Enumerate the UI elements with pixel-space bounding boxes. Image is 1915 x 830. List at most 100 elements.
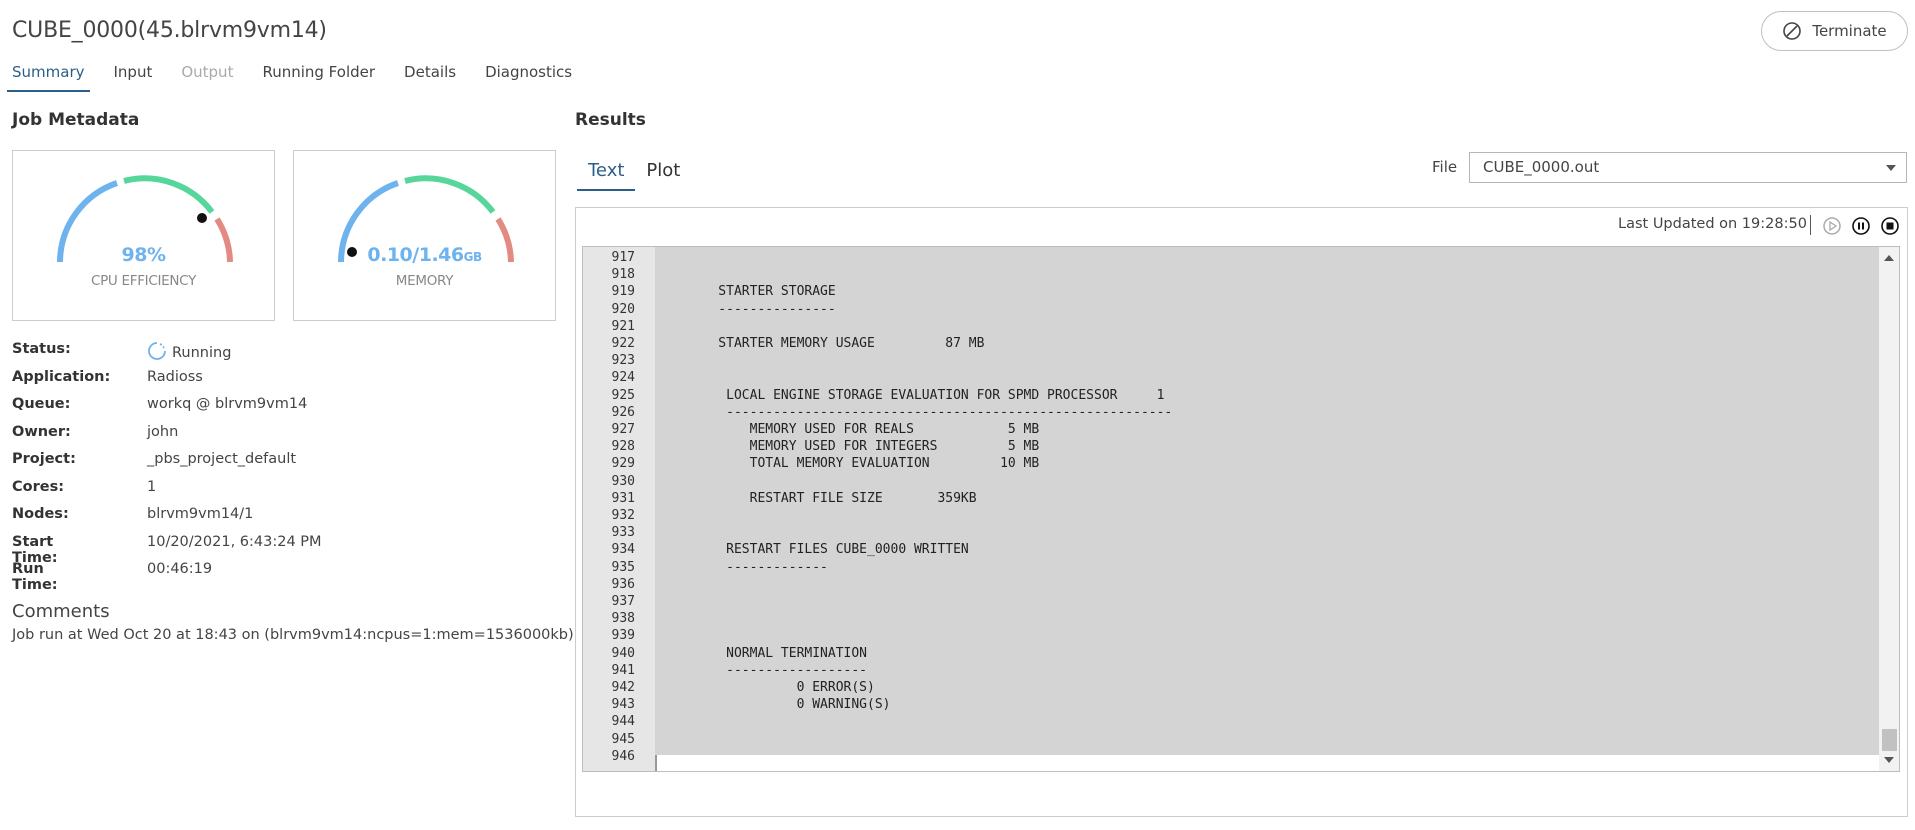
line-number: 924 — [611, 370, 635, 386]
code-line: 922 STARTER MEMORY USAGE 87 MB — [583, 335, 1879, 353]
line-number: 926 — [611, 404, 635, 420]
line-text: 0 WARNING(S) — [687, 697, 891, 713]
line-text: STARTER MEMORY USAGE 87 MB — [687, 336, 985, 351]
line-number: 917 — [611, 250, 635, 265]
status-value: Running — [172, 345, 232, 361]
scroll-up-icon[interactable] — [1884, 255, 1894, 261]
job-title: CUBE_0000(45.blrvm9vm14) — [12, 18, 327, 43]
code-line: 930 — [583, 473, 1879, 491]
scrollbar[interactable] — [1879, 247, 1899, 771]
meta-value: workq @ blrvm9vm14 — [147, 396, 308, 412]
memory-total: 1.46 — [418, 244, 464, 266]
meta-key: Owner: — [12, 423, 71, 440]
meta-key: Cores: — [12, 478, 65, 495]
terminate-button[interactable]: Terminate — [1761, 11, 1908, 51]
tab-input[interactable]: Input — [114, 58, 153, 92]
line-number: 941 — [611, 662, 635, 678]
subtab-plot[interactable]: Plot — [635, 158, 691, 191]
line-number: 938 — [611, 611, 635, 627]
line-number: 944 — [611, 714, 635, 730]
line-text: RESTART FILE SIZE 359KB — [687, 490, 977, 506]
meta-value: Running — [147, 341, 231, 361]
meta-key: Nodes: — [12, 506, 69, 522]
code-line: 921 — [583, 318, 1879, 336]
results-title: Results — [575, 110, 646, 130]
line-number: 920 — [611, 301, 635, 317]
tab-summary[interactable]: Summary — [7, 58, 90, 92]
meta-value: Radioss — [147, 368, 203, 385]
tab-output: Output — [181, 63, 234, 81]
subtab-text[interactable]: Text — [577, 158, 636, 191]
scrollbar-thumb[interactable] — [1882, 729, 1897, 751]
meta-key: Run Time: — [12, 561, 58, 593]
code-line: 920 --------------- — [583, 301, 1879, 319]
job-metadata-title: Job Metadata — [12, 110, 140, 130]
tab-running-folder[interactable]: Running Folder — [262, 58, 375, 92]
line-number: 932 — [611, 508, 635, 523]
divider — [1810, 215, 1811, 235]
line-number: 935 — [611, 559, 635, 575]
line-number: 939 — [611, 628, 635, 644]
code-line: 944 — [583, 713, 1879, 731]
meta-key: Queue: — [12, 396, 71, 412]
code-line: 918 — [583, 266, 1879, 284]
terminate-label: Terminate — [1812, 22, 1887, 40]
code-line: 927 MEMORY USED FOR REALS 5 MB — [583, 421, 1879, 439]
chevron-down-icon — [1886, 165, 1896, 171]
code-line: 938 — [583, 610, 1879, 628]
line-text: MEMORY USED FOR REALS 5 MB — [687, 422, 1040, 437]
code-line: 945 — [583, 731, 1879, 749]
line-number: 922 — [611, 336, 635, 351]
tab-bar: Summary Input Output Running Folder Deta… — [7, 58, 601, 92]
scroll-down-icon[interactable] — [1884, 757, 1894, 763]
cancel-icon — [1783, 22, 1802, 40]
results-subtabs: Text Plot — [577, 158, 691, 191]
meta-key: Project: — [12, 451, 76, 467]
file-select-value: CUBE_0000.out — [1483, 158, 1600, 176]
file-select[interactable]: CUBE_0000.out — [1469, 152, 1907, 183]
cpu-efficiency-label: CPU EFFICIENCY — [90, 273, 197, 289]
line-number: 936 — [611, 576, 635, 592]
tab-details[interactable]: Details — [404, 58, 456, 92]
cpu-efficiency-value: 98% — [121, 244, 166, 266]
file-label: File — [1432, 158, 1458, 176]
code-line: 942 0 ERROR(S) — [583, 679, 1879, 697]
line-text: NORMAL TERMINATION — [687, 645, 868, 661]
cpu-gauge-arc — [57, 175, 233, 263]
code-line: 931 RESTART FILE SIZE 359KB — [583, 490, 1879, 508]
pause-icon[interactable] — [1851, 216, 1871, 236]
play-icon[interactable] — [1822, 216, 1842, 236]
cpu-efficiency-gauge: 98% CPU EFFICIENCY — [12, 150, 275, 321]
line-text: --------------- — [687, 301, 836, 317]
line-text: LOCAL ENGINE STORAGE EVALUATION FOR SPMD… — [687, 387, 1165, 403]
last-updated: Last Updated on 19:28:50 — [1618, 216, 1807, 232]
line-number: 929 — [611, 456, 635, 472]
stop-icon[interactable] — [1880, 216, 1900, 236]
code-line: 932 — [583, 507, 1879, 525]
line-text: 0 ERROR(S) — [687, 680, 875, 695]
code-line: 946 — [583, 748, 1879, 766]
code-line: 929 TOTAL MEMORY EVALUATION 10 MB — [583, 455, 1879, 473]
memory-gauge-arc — [338, 175, 514, 263]
line-number: 931 — [611, 490, 635, 506]
code-line: 919 STARTER STORAGE — [583, 283, 1879, 301]
tab-diagnostics[interactable]: Diagnostics — [485, 58, 572, 92]
line-number: 946 — [611, 748, 635, 764]
code-line: 933 — [583, 524, 1879, 542]
code-line: 939 — [583, 627, 1879, 645]
meta-value: 10/20/2021, 6:43:24 PM — [147, 533, 322, 550]
comments-title: Comments — [12, 601, 110, 622]
code-line: 923 — [583, 352, 1879, 370]
output-text-viewer[interactable]: 917 918 919 STARTER STORAGE 920 -----------… — [582, 246, 1900, 772]
memory-used: 0.10 — [367, 244, 413, 266]
line-number: 921 — [611, 318, 635, 334]
line-number: 928 — [611, 439, 635, 455]
line-number: 933 — [611, 525, 635, 541]
code-line: 926 ------------------------------------… — [583, 404, 1879, 422]
meta-value: john — [147, 423, 179, 440]
line-text: STARTER STORAGE — [687, 284, 836, 300]
line-number: 934 — [611, 542, 635, 558]
comments-text: Job run at Wed Oct 20 at 18:43 on (blrvm… — [12, 627, 574, 643]
line-text: TOTAL MEMORY EVALUATION 10 MB — [687, 456, 1040, 472]
code-line: 924 — [583, 369, 1879, 387]
